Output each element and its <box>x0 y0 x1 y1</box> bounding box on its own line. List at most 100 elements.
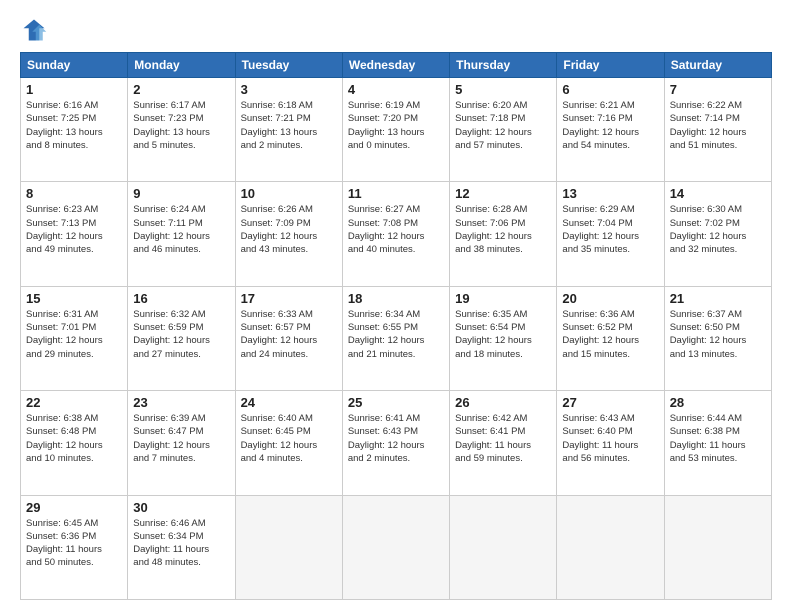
day-number: 19 <box>455 291 551 306</box>
day-info: Sunrise: 6:45 AM Sunset: 6:36 PM Dayligh… <box>26 517 122 570</box>
calendar-day-cell: 29Sunrise: 6:45 AM Sunset: 6:36 PM Dayli… <box>21 495 128 599</box>
day-number: 14 <box>670 186 766 201</box>
day-number: 3 <box>241 82 337 97</box>
calendar-week-row: 22 Sunrise: 6:38 AM Sunset: 6:48 PM Dayli… <box>21 391 772 495</box>
calendar-day-cell: 24 Sunrise: 6:40 AM Sunset: 6:45 PM Dayli… <box>235 391 342 495</box>
day-number: 5 <box>455 82 551 97</box>
day-info: Sunrise: 6:22 AM Sunset: 7:14 PM Dayligh… <box>670 99 766 152</box>
day-info: Sunrise: 6:41 AM Sunset: 6:43 PM Dayligh… <box>348 412 444 465</box>
day-info: Sunrise: 6:32 AM Sunset: 6:59 PM Dayligh… <box>133 308 229 361</box>
calendar-header-row: SundayMondayTuesdayWednesdayThursdayFrid… <box>21 53 772 78</box>
calendar-day-cell: 27Sunrise: 6:43 AM Sunset: 6:40 PM Dayli… <box>557 391 664 495</box>
calendar-day-cell: 5 Sunrise: 6:20 AM Sunset: 7:18 PM Daylig… <box>450 78 557 182</box>
day-info: Sunrise: 6:35 AM Sunset: 6:54 PM Dayligh… <box>455 308 551 361</box>
calendar-day-cell: 23 Sunrise: 6:39 AM Sunset: 6:47 PM Dayli… <box>128 391 235 495</box>
day-number: 2 <box>133 82 229 97</box>
day-info: Sunrise: 6:16 AM Sunset: 7:25 PM Dayligh… <box>26 99 122 152</box>
calendar-day-cell: 2 Sunrise: 6:17 AM Sunset: 7:23 PM Daylig… <box>128 78 235 182</box>
day-number: 20 <box>562 291 658 306</box>
calendar-day-cell <box>342 495 449 599</box>
calendar-day-cell: 28 Sunrise: 6:44 AM Sunset: 6:38 PM Dayli… <box>664 391 771 495</box>
calendar-day-cell: 16 Sunrise: 6:32 AM Sunset: 6:59 PM Dayli… <box>128 286 235 390</box>
day-info: Sunrise: 6:26 AM Sunset: 7:09 PM Dayligh… <box>241 203 337 256</box>
calendar-day-cell: 25 Sunrise: 6:41 AM Sunset: 6:43 PM Dayli… <box>342 391 449 495</box>
calendar-week-row: 29Sunrise: 6:45 AM Sunset: 6:36 PM Dayli… <box>21 495 772 599</box>
day-info: Sunrise: 6:42 AM Sunset: 6:41 PM Dayligh… <box>455 412 551 465</box>
calendar-day-cell <box>664 495 771 599</box>
calendar-day-cell: 1 Sunrise: 6:16 AM Sunset: 7:25 PM Daylig… <box>21 78 128 182</box>
day-info: Sunrise: 6:37 AM Sunset: 6:50 PM Dayligh… <box>670 308 766 361</box>
day-info: Sunrise: 6:40 AM Sunset: 6:45 PM Dayligh… <box>241 412 337 465</box>
calendar-day-cell: 7 Sunrise: 6:22 AM Sunset: 7:14 PM Daylig… <box>664 78 771 182</box>
day-info: Sunrise: 6:21 AM Sunset: 7:16 PM Dayligh… <box>562 99 658 152</box>
day-info: Sunrise: 6:27 AM Sunset: 7:08 PM Dayligh… <box>348 203 444 256</box>
day-number: 9 <box>133 186 229 201</box>
day-info: Sunrise: 6:34 AM Sunset: 6:55 PM Dayligh… <box>348 308 444 361</box>
calendar-day-cell: 18Sunrise: 6:34 AM Sunset: 6:55 PM Dayli… <box>342 286 449 390</box>
calendar-day-cell: 30Sunrise: 6:46 AM Sunset: 6:34 PM Dayli… <box>128 495 235 599</box>
logo <box>20 16 52 44</box>
day-number: 28 <box>670 395 766 410</box>
day-info: Sunrise: 6:23 AM Sunset: 7:13 PM Dayligh… <box>26 203 122 256</box>
calendar-day-cell: 17 Sunrise: 6:33 AM Sunset: 6:57 PM Dayli… <box>235 286 342 390</box>
day-number: 24 <box>241 395 337 410</box>
calendar-day-cell: 6Sunrise: 6:21 AM Sunset: 7:16 PM Daylig… <box>557 78 664 182</box>
day-info: Sunrise: 6:43 AM Sunset: 6:40 PM Dayligh… <box>562 412 658 465</box>
calendar-day-header: Thursday <box>450 53 557 78</box>
day-info: Sunrise: 6:36 AM Sunset: 6:52 PM Dayligh… <box>562 308 658 361</box>
calendar-day-header: Saturday <box>664 53 771 78</box>
day-info: Sunrise: 6:29 AM Sunset: 7:04 PM Dayligh… <box>562 203 658 256</box>
calendar-day-header: Monday <box>128 53 235 78</box>
calendar-day-cell: 20 Sunrise: 6:36 AM Sunset: 6:52 PM Dayli… <box>557 286 664 390</box>
calendar-week-row: 1 Sunrise: 6:16 AM Sunset: 7:25 PM Daylig… <box>21 78 772 182</box>
day-number: 4 <box>348 82 444 97</box>
calendar-day-cell: 15Sunrise: 6:31 AM Sunset: 7:01 PM Dayli… <box>21 286 128 390</box>
day-number: 16 <box>133 291 229 306</box>
day-info: Sunrise: 6:17 AM Sunset: 7:23 PM Dayligh… <box>133 99 229 152</box>
day-number: 21 <box>670 291 766 306</box>
day-info: Sunrise: 6:28 AM Sunset: 7:06 PM Dayligh… <box>455 203 551 256</box>
day-info: Sunrise: 6:19 AM Sunset: 7:20 PM Dayligh… <box>348 99 444 152</box>
calendar-day-cell <box>235 495 342 599</box>
day-number: 1 <box>26 82 122 97</box>
day-number: 11 <box>348 186 444 201</box>
calendar-week-row: 15Sunrise: 6:31 AM Sunset: 7:01 PM Dayli… <box>21 286 772 390</box>
day-number: 22 <box>26 395 122 410</box>
day-number: 10 <box>241 186 337 201</box>
day-number: 7 <box>670 82 766 97</box>
calendar-day-cell: 22 Sunrise: 6:38 AM Sunset: 6:48 PM Dayli… <box>21 391 128 495</box>
day-info: Sunrise: 6:44 AM Sunset: 6:38 PM Dayligh… <box>670 412 766 465</box>
day-number: 26 <box>455 395 551 410</box>
day-info: Sunrise: 6:20 AM Sunset: 7:18 PM Dayligh… <box>455 99 551 152</box>
calendar-day-cell: 13 Sunrise: 6:29 AM Sunset: 7:04 PM Dayli… <box>557 182 664 286</box>
calendar-day-cell: 19 Sunrise: 6:35 AM Sunset: 6:54 PM Dayli… <box>450 286 557 390</box>
calendar-day-cell: 12Sunrise: 6:28 AM Sunset: 7:06 PM Dayli… <box>450 182 557 286</box>
calendar-day-cell: 14 Sunrise: 6:30 AM Sunset: 7:02 PM Dayli… <box>664 182 771 286</box>
calendar-day-header: Wednesday <box>342 53 449 78</box>
day-info: Sunrise: 6:18 AM Sunset: 7:21 PM Dayligh… <box>241 99 337 152</box>
calendar-day-cell <box>557 495 664 599</box>
calendar-day-cell: 21 Sunrise: 6:37 AM Sunset: 6:50 PM Dayli… <box>664 286 771 390</box>
page: SundayMondayTuesdayWednesdayThursdayFrid… <box>0 0 792 612</box>
day-number: 25 <box>348 395 444 410</box>
calendar-week-row: 8 Sunrise: 6:23 AM Sunset: 7:13 PM Daylig… <box>21 182 772 286</box>
day-number: 8 <box>26 186 122 201</box>
calendar-day-cell: 4 Sunrise: 6:19 AM Sunset: 7:20 PM Daylig… <box>342 78 449 182</box>
day-info: Sunrise: 6:46 AM Sunset: 6:34 PM Dayligh… <box>133 517 229 570</box>
day-info: Sunrise: 6:33 AM Sunset: 6:57 PM Dayligh… <box>241 308 337 361</box>
day-number: 15 <box>26 291 122 306</box>
calendar-day-cell: 9 Sunrise: 6:24 AM Sunset: 7:11 PM Daylig… <box>128 182 235 286</box>
day-info: Sunrise: 6:24 AM Sunset: 7:11 PM Dayligh… <box>133 203 229 256</box>
day-number: 17 <box>241 291 337 306</box>
day-info: Sunrise: 6:30 AM Sunset: 7:02 PM Dayligh… <box>670 203 766 256</box>
day-info: Sunrise: 6:39 AM Sunset: 6:47 PM Dayligh… <box>133 412 229 465</box>
day-number: 23 <box>133 395 229 410</box>
header <box>20 16 772 44</box>
calendar-day-header: Tuesday <box>235 53 342 78</box>
day-info: Sunrise: 6:38 AM Sunset: 6:48 PM Dayligh… <box>26 412 122 465</box>
day-number: 13 <box>562 186 658 201</box>
calendar-day-cell: 8 Sunrise: 6:23 AM Sunset: 7:13 PM Daylig… <box>21 182 128 286</box>
calendar-day-cell: 3 Sunrise: 6:18 AM Sunset: 7:21 PM Daylig… <box>235 78 342 182</box>
calendar-day-cell: 10 Sunrise: 6:26 AM Sunset: 7:09 PM Dayli… <box>235 182 342 286</box>
calendar-day-header: Sunday <box>21 53 128 78</box>
